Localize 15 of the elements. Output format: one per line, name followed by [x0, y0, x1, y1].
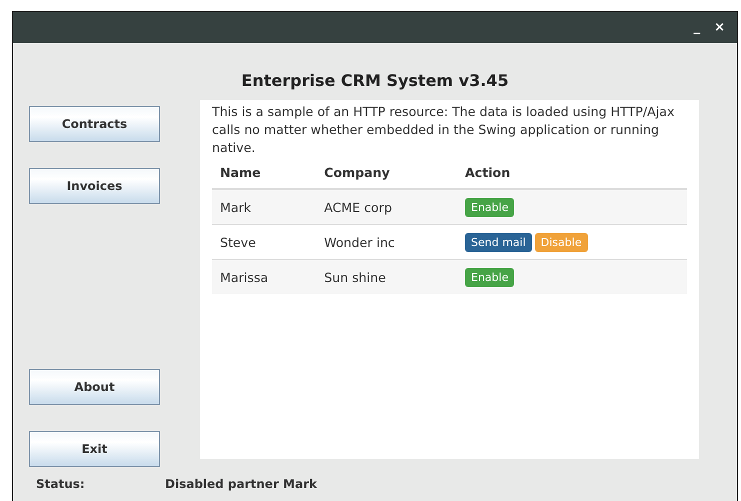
- table-cell: Sun shine: [316, 260, 457, 294]
- nav-button[interactable]: Exit: [29, 431, 160, 467]
- status-message: Disabled partner Mark: [165, 477, 317, 491]
- send-mail-button[interactable]: Send mail: [465, 232, 532, 252]
- minimize-button[interactable]: _: [694, 20, 700, 35]
- app-title: Enterprise CRM System v3.45: [240, 70, 510, 92]
- table-cell: Mark: [212, 189, 316, 224]
- description-text: This is a sample of an HTTP resource: The data is loaded using HTTP/Ajax calls no matter whether embedded in the Swing application or running native.: [212, 103, 676, 157]
- nav-button[interactable]: Invoices: [29, 168, 160, 204]
- close-button[interactable]: ×: [714, 20, 725, 35]
- nav-button[interactable]: Contracts: [29, 106, 160, 142]
- nav-button[interactable]: About: [29, 369, 160, 405]
- table-cell: ACME corp: [316, 189, 457, 224]
- status-label: Status:: [36, 477, 86, 491]
- table-cell: Marissa: [212, 260, 316, 294]
